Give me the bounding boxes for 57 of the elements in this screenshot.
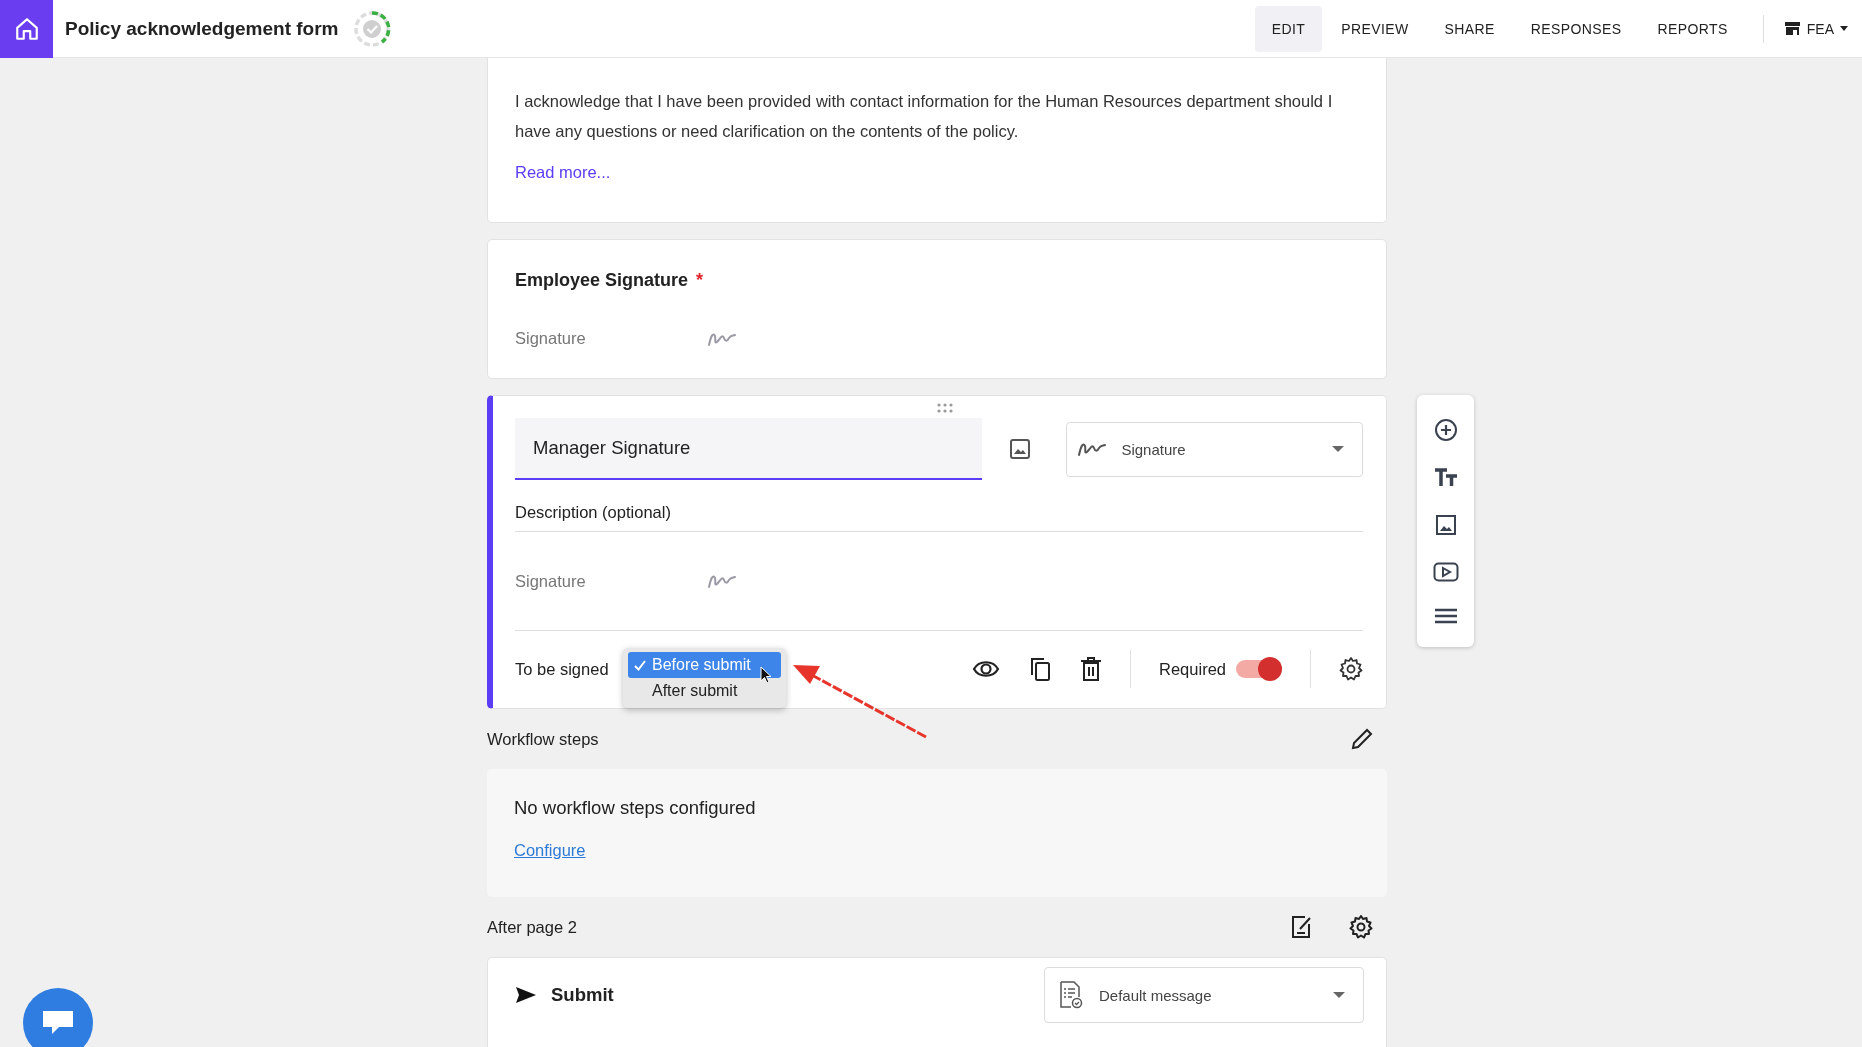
toggle-knob[interactable] bbox=[1258, 657, 1282, 681]
question-title: Employee Signature bbox=[515, 270, 689, 291]
section-icon[interactable] bbox=[1433, 608, 1458, 624]
video-icon[interactable] bbox=[1432, 562, 1459, 582]
signature-label: Signature bbox=[515, 571, 587, 591]
settings-icon[interactable] bbox=[1349, 915, 1373, 939]
nav-tab[interactable]: EDIT bbox=[1254, 5, 1323, 52]
store-icon bbox=[1783, 21, 1801, 36]
chat-button[interactable] bbox=[23, 988, 93, 1047]
signature-icon bbox=[1077, 440, 1108, 458]
signature-icon bbox=[707, 572, 737, 590]
document-icon bbox=[1059, 981, 1083, 1009]
configure-link[interactable]: Configure bbox=[514, 841, 586, 860]
image-icon[interactable] bbox=[1008, 437, 1033, 461]
account-menu[interactable]: FEA bbox=[1783, 20, 1848, 37]
send-icon bbox=[515, 986, 537, 1004]
section-label: Workflow steps bbox=[487, 729, 599, 749]
submit-label: Submit bbox=[551, 984, 614, 1006]
required-label: Required bbox=[1159, 659, 1226, 679]
chat-icon bbox=[42, 1010, 74, 1036]
required-asterisk: * bbox=[696, 270, 704, 291]
caret-icon bbox=[1333, 992, 1345, 998]
required-toggle[interactable] bbox=[1236, 657, 1282, 681]
description-input[interactable]: Description (optional) bbox=[515, 494, 1363, 532]
progress-ring-icon bbox=[352, 8, 393, 49]
image-icon[interactable] bbox=[1434, 514, 1457, 536]
eye-icon[interactable] bbox=[972, 659, 1001, 679]
edit-document-icon[interactable] bbox=[1291, 915, 1313, 939]
section-label: After page 2 bbox=[487, 917, 577, 937]
read-more-link[interactable]: Read more... bbox=[515, 163, 611, 182]
settings-icon[interactable] bbox=[1339, 657, 1363, 681]
text-size-icon[interactable] bbox=[1433, 468, 1458, 488]
drag-handle-icon[interactable] bbox=[936, 403, 954, 413]
copy-icon[interactable] bbox=[1028, 656, 1053, 682]
trash-icon[interactable] bbox=[1080, 657, 1103, 681]
home-button[interactable] bbox=[0, 0, 53, 58]
question-title-input[interactable]: Manager Signature bbox=[515, 418, 983, 480]
nav-tab[interactable]: RESPONSES bbox=[1513, 5, 1639, 52]
form-title: Policy acknowledgement form bbox=[65, 17, 339, 40]
nav-tab[interactable]: REPORTS bbox=[1640, 5, 1745, 52]
caret-icon bbox=[1332, 446, 1344, 452]
to-be-signed-label: To be signed bbox=[515, 659, 609, 679]
add-icon[interactable] bbox=[1433, 418, 1458, 442]
dropdown-option[interactable]: Before submit bbox=[628, 652, 781, 678]
home-icon bbox=[13, 15, 40, 42]
nav-tab[interactable]: SHARE bbox=[1427, 5, 1512, 52]
caret-icon bbox=[1840, 26, 1848, 31]
nav-tab[interactable]: PREVIEW bbox=[1324, 5, 1426, 52]
dropdown-option[interactable]: After submit bbox=[628, 678, 781, 704]
signature-label: Signature bbox=[515, 329, 587, 348]
message-type-select[interactable]: Default message bbox=[1044, 967, 1364, 1023]
check-icon bbox=[634, 659, 646, 671]
empty-state-message: No workflow steps configured bbox=[514, 797, 756, 819]
mouse-pointer-icon bbox=[760, 666, 772, 684]
acknowledgement-paragraph: I acknowledge that I have been provided with contact information for the Human Resources department should I have any questions or need clarification on the contents of the policy. bbox=[515, 91, 1334, 142]
question-type-select[interactable]: Signature bbox=[1066, 421, 1363, 477]
pencil-icon[interactable] bbox=[1351, 728, 1373, 750]
